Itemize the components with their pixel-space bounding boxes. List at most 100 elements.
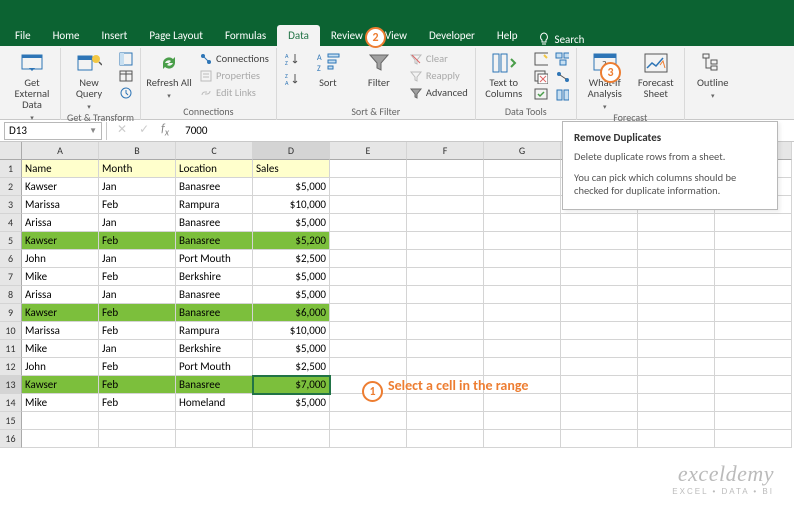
cell[interactable] xyxy=(407,214,484,232)
cell[interactable]: Berkshire xyxy=(176,340,253,358)
cell[interactable] xyxy=(715,286,792,304)
cell[interactable] xyxy=(561,250,638,268)
header-cell[interactable]: Location xyxy=(176,160,253,178)
col-header-G[interactable]: G xyxy=(484,142,561,160)
cell[interactable]: Port Mouth xyxy=(176,358,253,376)
cell[interactable] xyxy=(407,196,484,214)
cell[interactable]: $5,000 xyxy=(253,394,330,412)
row-header[interactable]: 3 xyxy=(0,196,22,214)
tab-developer[interactable]: Developer xyxy=(418,25,486,46)
cell[interactable] xyxy=(407,178,484,196)
cell[interactable] xyxy=(638,268,715,286)
cell[interactable]: Kawser xyxy=(22,232,99,250)
cell[interactable] xyxy=(330,322,407,340)
cell[interactable] xyxy=(407,322,484,340)
row-header[interactable]: 5 xyxy=(0,232,22,250)
cell[interactable] xyxy=(638,250,715,268)
cell[interactable] xyxy=(484,322,561,340)
row-header[interactable]: 9 xyxy=(0,304,22,322)
cell[interactable]: $5,000 xyxy=(253,214,330,232)
cell[interactable]: Marissa xyxy=(22,322,99,340)
cell[interactable] xyxy=(561,304,638,322)
row-header[interactable]: 7 xyxy=(0,268,22,286)
from-table-button[interactable] xyxy=(116,67,136,84)
cell[interactable]: $2,500 xyxy=(253,250,330,268)
cell[interactable] xyxy=(715,322,792,340)
col-header-C[interactable]: C xyxy=(176,142,253,160)
cell[interactable] xyxy=(484,214,561,232)
cell[interactable]: Feb xyxy=(99,232,176,250)
cell[interactable]: John xyxy=(22,250,99,268)
cell[interactable] xyxy=(484,232,561,250)
cell[interactable]: $5,000 xyxy=(253,286,330,304)
col-header-D[interactable]: D xyxy=(253,142,330,160)
row-header[interactable]: 6 xyxy=(0,250,22,268)
consolidate-button[interactable] xyxy=(552,50,572,67)
cell[interactable] xyxy=(715,232,792,250)
cell[interactable] xyxy=(484,250,561,268)
cell[interactable] xyxy=(176,412,253,430)
cell[interactable] xyxy=(715,268,792,286)
cell[interactable] xyxy=(484,430,561,448)
header-cell[interactable]: Sales xyxy=(253,160,330,178)
cell[interactable] xyxy=(484,358,561,376)
cell[interactable] xyxy=(561,214,638,232)
cell[interactable] xyxy=(638,430,715,448)
tell-me-search[interactable]: Search xyxy=(537,32,585,46)
cell[interactable] xyxy=(638,412,715,430)
tab-formulas[interactable]: Formulas xyxy=(214,25,277,46)
advanced-button[interactable]: Advanced xyxy=(406,84,471,101)
relationships-button[interactable] xyxy=(552,68,572,85)
remove-duplicates-button[interactable] xyxy=(531,68,551,85)
fx-icon[interactable]: fx xyxy=(161,122,169,138)
cell[interactable]: Banasree xyxy=(176,178,253,196)
cell[interactable] xyxy=(638,214,715,232)
cell[interactable] xyxy=(330,268,407,286)
cell[interactable]: $5,000 xyxy=(253,340,330,358)
cell[interactable] xyxy=(330,286,407,304)
cell[interactable] xyxy=(330,196,407,214)
cell[interactable] xyxy=(330,160,407,178)
col-header-B[interactable]: B xyxy=(99,142,176,160)
cell[interactable]: Banasree xyxy=(176,214,253,232)
col-header-A[interactable]: A xyxy=(22,142,99,160)
cell[interactable] xyxy=(99,430,176,448)
row-header[interactable]: 16 xyxy=(0,430,22,448)
cell[interactable] xyxy=(176,430,253,448)
cell[interactable]: Rampura xyxy=(176,196,253,214)
cell[interactable]: Port Mouth xyxy=(176,250,253,268)
cell[interactable]: Homeland xyxy=(176,394,253,412)
cell[interactable] xyxy=(638,376,715,394)
cell[interactable] xyxy=(253,412,330,430)
cell[interactable] xyxy=(330,430,407,448)
cell[interactable] xyxy=(22,412,99,430)
cell[interactable] xyxy=(484,304,561,322)
col-header-E[interactable]: E xyxy=(330,142,407,160)
row-header[interactable]: 12 xyxy=(0,358,22,376)
sort-asc-button[interactable]: AZ xyxy=(281,50,301,67)
get-external-data-button[interactable]: Get External Data xyxy=(8,50,56,123)
text-to-columns-button[interactable]: Text to Columns xyxy=(480,50,528,99)
cell[interactable] xyxy=(407,430,484,448)
cell[interactable] xyxy=(484,268,561,286)
cell[interactable] xyxy=(407,232,484,250)
cell[interactable]: Feb xyxy=(99,196,176,214)
cell[interactable] xyxy=(561,286,638,304)
row-header[interactable]: 4 xyxy=(0,214,22,232)
cell[interactable]: Kawser xyxy=(22,304,99,322)
forecast-sheet-button[interactable]: Forecast Sheet xyxy=(632,50,680,99)
cell[interactable] xyxy=(253,430,330,448)
row-header[interactable]: 14 xyxy=(0,394,22,412)
cell[interactable] xyxy=(715,412,792,430)
header-cell[interactable]: Month xyxy=(99,160,176,178)
data-validation-button[interactable] xyxy=(531,86,551,103)
cell[interactable]: $10,000 xyxy=(253,322,330,340)
cell[interactable]: Feb xyxy=(99,268,176,286)
cell[interactable] xyxy=(638,322,715,340)
row-header[interactable]: 11 xyxy=(0,340,22,358)
cell[interactable] xyxy=(407,412,484,430)
cell[interactable]: Jan xyxy=(99,340,176,358)
cell[interactable]: $2,500 xyxy=(253,358,330,376)
cell[interactable] xyxy=(407,286,484,304)
cell[interactable]: $7,000 xyxy=(253,376,330,394)
